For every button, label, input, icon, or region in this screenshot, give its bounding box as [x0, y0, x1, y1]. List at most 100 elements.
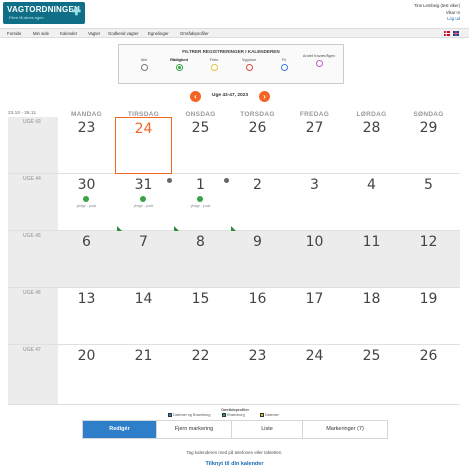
next-week-button[interactable]: › — [259, 91, 270, 102]
day-cell[interactable]: 4 — [343, 174, 400, 231]
day-cell-today[interactable]: 24 — [115, 117, 172, 174]
availability-dot-icon — [83, 196, 89, 202]
radio-icon[interactable] — [280, 64, 288, 72]
legend-item: Rosenborg — [222, 413, 245, 418]
day-cell[interactable]: 25 — [343, 345, 400, 402]
day-cell[interactable]: 28 — [343, 117, 400, 174]
day-cell[interactable]: 10 — [286, 231, 343, 288]
week-number: UGE 46 — [23, 290, 41, 296]
calendar-grid: 23.10 - 26.11 MANDAG TIRSDAG ONSDAG TORS… — [8, 110, 460, 407]
logo-subtitle: Flere få deres egen — [9, 15, 44, 20]
week-number: UGE 43 — [23, 119, 41, 125]
filter-option-raadighed[interactable]: Rådighed — [162, 57, 196, 72]
legend-swatch-icon — [168, 413, 172, 418]
legend-item: Datemer — [260, 413, 279, 418]
filter-option-fri[interactable]: Fri — [267, 57, 301, 72]
nav-item-min-side[interactable]: Min side — [33, 31, 49, 36]
day-cell[interactable]: 23 — [229, 345, 286, 402]
radio-icon[interactable] — [315, 60, 323, 68]
day-cell[interactable]: 31 yhdge - pudx — [115, 174, 172, 231]
event-label: yhdge - pudx — [76, 204, 97, 208]
day-cell[interactable]: 23 — [58, 117, 115, 174]
user-name: Tine Lembeig (test viker) — [414, 3, 460, 8]
day-cell[interactable]: 15 — [172, 288, 229, 345]
legend-item: Datemer og Rosenborg — [168, 413, 210, 418]
week-number: UGE 47 — [23, 347, 41, 353]
week-row: UGE 43 23 24 25 26 27 28 29 — [8, 117, 460, 174]
main-nav: Forside Min side Kalender Vagter Godkend… — [0, 28, 469, 38]
nav-item-egnelinger[interactable]: Egnelinger — [148, 31, 169, 36]
nav-item-forside[interactable]: Forside — [7, 31, 21, 36]
day-cell[interactable]: 7 — [115, 231, 172, 288]
week-row: UGE 44 30 yhdge - pudx 31 yhdge - pudx 1… — [8, 174, 460, 231]
legend-swatch-icon — [260, 413, 264, 418]
date-range: 23.10 - 26.11 — [8, 111, 37, 116]
availability-dot-icon — [140, 196, 146, 202]
day-cell[interactable]: 3 — [286, 174, 343, 231]
day-cell[interactable]: 27 — [286, 117, 343, 174]
danish-flag-icon[interactable] — [444, 31, 450, 36]
day-cell[interactable]: 12 — [400, 231, 457, 288]
vagtordningen-logo[interactable]: VAGTORDNINGEN Flere få deres egen ✚ — [3, 2, 85, 24]
filter-option-ferie[interactable]: Ferie — [197, 57, 231, 72]
day-cell[interactable]: 25 — [172, 117, 229, 174]
calendar-actions: Redigér Fjern markering Liste Markeringe… — [82, 420, 388, 439]
filter-option-sygdom[interactable]: Sygdom — [232, 57, 266, 72]
english-flag-icon[interactable] — [453, 31, 459, 36]
day-cell[interactable]: 2 — [229, 174, 286, 231]
day-cell[interactable]: 11 — [343, 231, 400, 288]
remove-marking-tab[interactable]: Fjern markering — [157, 421, 232, 438]
nav-item-kalender[interactable]: Kalender — [60, 31, 77, 36]
day-cell[interactable]: 5 — [400, 174, 457, 231]
filter-option-andet[interactable]: Andet fravær/ågen — [302, 53, 336, 68]
day-cell[interactable]: 16 — [229, 288, 286, 345]
nav-item-omraadeprofiler[interactable]: Områdeprofiler — [180, 31, 209, 36]
connect-calendar-link[interactable]: Tilknyt til din kalender — [0, 461, 469, 467]
event-label: yhdge - pudx — [133, 204, 154, 208]
calendar-filter: FILTRER REGISTRERINGER I KALENDEREN Alle… — [118, 44, 344, 84]
day-cell[interactable]: 30 yhdge - pudx — [58, 174, 115, 231]
nav-item-vagter[interactable]: Vagter — [88, 31, 100, 36]
legend-title: Områdeprofiler — [220, 407, 250, 412]
day-cell[interactable]: 9 — [229, 231, 286, 288]
markings-tab[interactable]: Markeringer (7) — [303, 421, 387, 438]
day-cell[interactable]: 29 — [400, 117, 457, 174]
day-cell[interactable]: 21 — [115, 345, 172, 402]
logout-link[interactable]: Log ud — [447, 16, 460, 21]
logo-cross-icon: ✚ — [71, 6, 81, 18]
week-navigator: ‹ Uge 43-47, 2023 › — [190, 91, 270, 103]
day-cell[interactable]: 20 — [58, 345, 115, 402]
prev-week-button[interactable]: ‹ — [190, 91, 201, 102]
day-cell[interactable]: 24 — [286, 345, 343, 402]
week-range-label: Uge 43-47, 2023 — [211, 93, 248, 98]
event-label: yhdge - pudx — [190, 204, 211, 208]
day-cell[interactable]: 17 — [286, 288, 343, 345]
day-cell[interactable]: 1 yhdge - pudx — [172, 174, 229, 231]
nav-item-godkend-vagter[interactable]: Godkend vagter — [108, 31, 139, 36]
filter-option-alle[interactable]: Alle — [127, 57, 161, 72]
radio-selected-icon[interactable] — [175, 64, 183, 72]
app-header: VAGTORDNINGEN Flere få deres egen ✚ Tine… — [0, 0, 469, 28]
day-cell[interactable]: 13 — [58, 288, 115, 345]
day-cell[interactable]: 22 — [172, 345, 229, 402]
radio-icon[interactable] — [140, 64, 148, 72]
week-row: UGE 47 20 21 22 23 24 25 26 — [8, 345, 460, 405]
day-cell[interactable]: 18 — [343, 288, 400, 345]
logo-text: VAGTORDNINGEN — [7, 5, 80, 14]
user-role: Vikar m — [445, 10, 460, 15]
legend-swatch-icon — [222, 413, 226, 418]
week-row: UGE 45 6 7 8 9 10 11 12 — [8, 231, 460, 288]
week-number: UGE 45 — [23, 233, 41, 239]
day-cell[interactable]: 19 — [400, 288, 457, 345]
day-cell[interactable]: 26 — [229, 117, 286, 174]
day-cell[interactable]: 6 — [58, 231, 115, 288]
list-tab[interactable]: Liste — [232, 421, 303, 438]
day-cell[interactable]: 8 — [172, 231, 229, 288]
edit-tab[interactable]: Redigér — [83, 421, 157, 438]
week-number: UGE 44 — [23, 176, 41, 182]
day-cell[interactable]: 26 — [400, 345, 457, 402]
week-row: UGE 46 13 14 15 16 17 18 19 — [8, 288, 460, 345]
radio-icon[interactable] — [210, 64, 218, 72]
radio-icon[interactable] — [245, 64, 253, 72]
day-cell[interactable]: 14 — [115, 288, 172, 345]
